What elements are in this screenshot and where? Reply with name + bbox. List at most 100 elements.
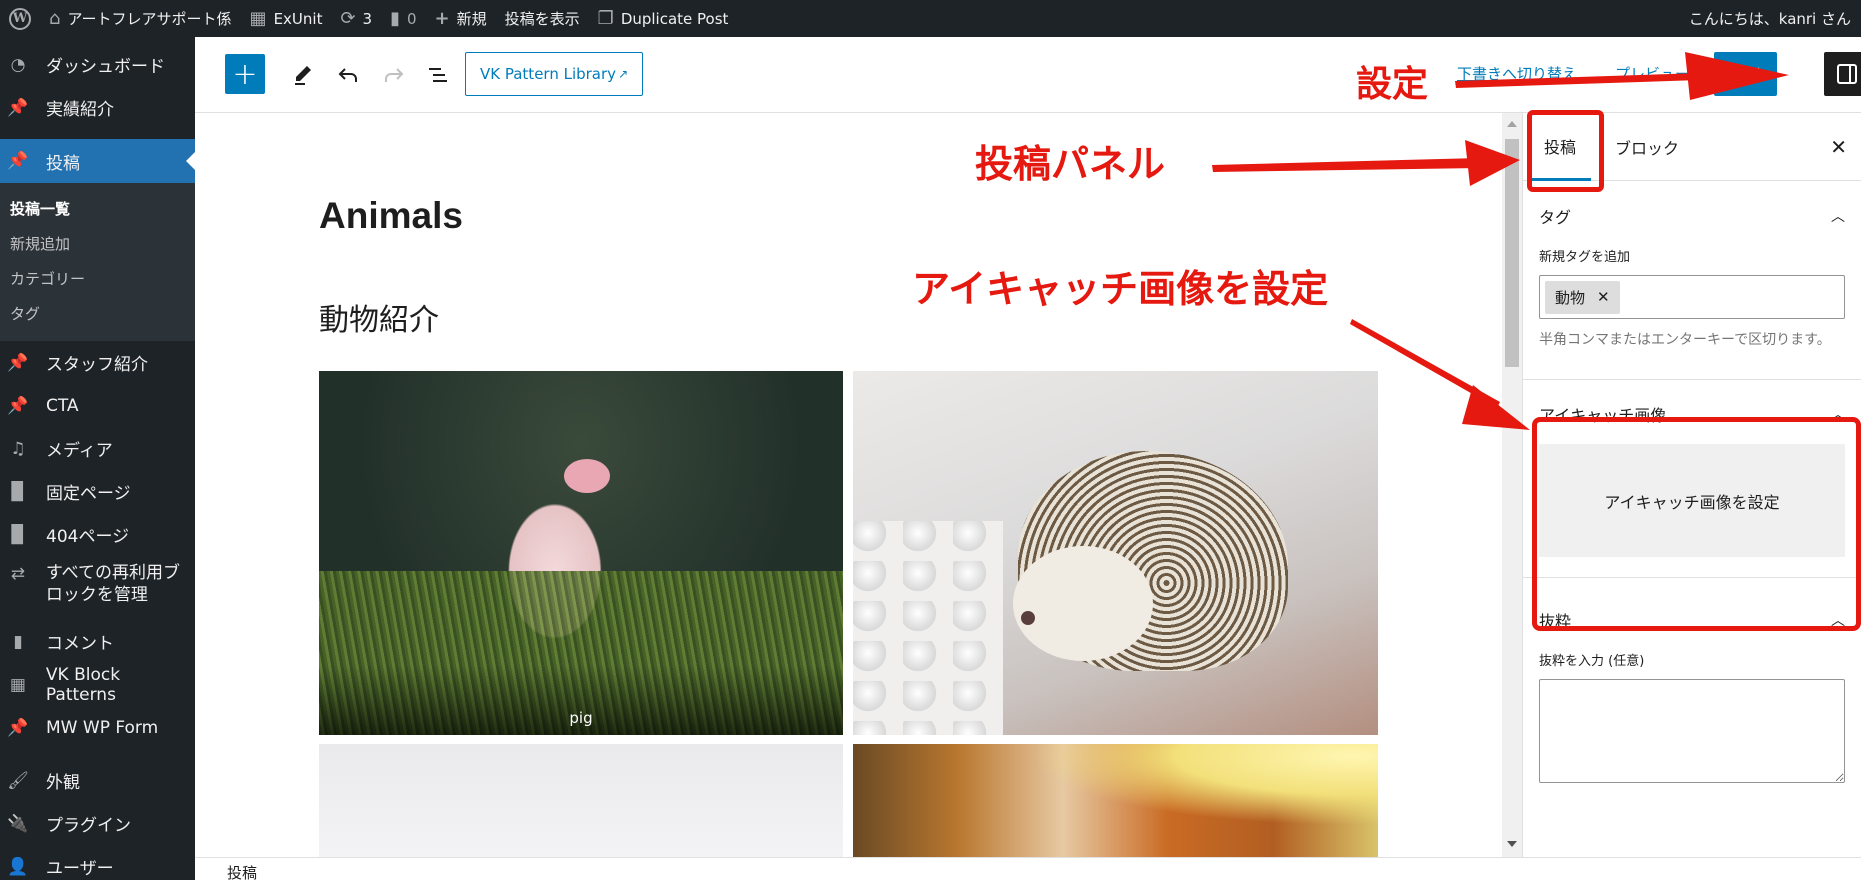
vk-pattern-library-button[interactable]: VK Pattern Library ↗ [465,52,644,96]
tab-block[interactable]: ブロック [1615,113,1679,181]
admin-bar: W ⌂ アートフレアサポート係 ▦ ExUnit ⟳ 3 ▮ 0 + 新規 投稿… [0,0,1861,37]
gallery-image-pig[interactable]: pig [319,371,843,735]
wordpress-logo-icon: W [9,7,31,30]
sidebar-item-users[interactable]: 👤 ユーザー [0,845,195,888]
sidebar-item-dashboard[interactable]: ◔ ダッシュボード [0,43,195,86]
new-content-link[interactable]: + 新規 [426,0,496,37]
submenu-tags[interactable]: タグ [0,296,195,331]
redo-button[interactable] [375,57,411,93]
tag-help-text: 半角コンマまたはエンターキーで区切ります。 [1539,332,1831,348]
external-link-icon: ↗ [618,67,629,81]
exunit-robot-icon: ▦ [249,8,267,29]
list-view-icon [429,68,447,82]
annotation-highlight-featured-image [1532,417,1861,631]
wp-logo-menu[interactable]: W [0,0,40,37]
annotation-featured-image: アイキャッチ画像を設定 [912,267,1329,311]
gallery-image-white[interactable] [319,744,843,857]
excerpt-label: 抜粋を入力 (任意) [1539,654,1645,669]
scrollbar-thumb[interactable] [1505,139,1519,367]
excerpt-textarea[interactable] [1539,679,1845,783]
home-icon: ⌂ [49,8,61,29]
sidebar-item-reusable-blocks[interactable]: ⇄ すべての再利用ブロックを管理 [0,556,195,620]
comment-bubble-icon: ▮ [390,8,400,29]
sidebar-item-appearance[interactable]: 🖌 外観 [0,759,195,802]
tag-chip: 動物 ✕ [1545,280,1620,314]
comments-link[interactable]: ▮ 0 [381,0,425,37]
editor-header: + VK Pattern Library ↗ 下書きへ切り替え プレビュー 更新… [195,37,1861,113]
settings-toggle-button[interactable] [1824,52,1861,96]
admin-sidebar: ◔ ダッシュボード 📌 実績紹介 📌 投稿 投稿一覧 新規追加 カテゴリー タグ… [0,37,195,880]
update-button[interactable]: 更新 [1714,52,1777,96]
sidebar-item-pages[interactable]: ▉ 固定ページ [0,470,195,513]
pin-icon: 📌 [7,395,29,416]
sidebar-item-404[interactable]: ▉ 404ページ [0,513,195,556]
block-inserter-button[interactable]: + [225,54,265,94]
sidebar-item-cta[interactable]: 📌 CTA [0,384,195,427]
updates-link[interactable]: ⟳ 3 [331,0,381,37]
pin-icon: 📌 [7,717,29,738]
sidebar-item-posts[interactable]: 📌 投稿 [0,139,195,183]
remove-tag-icon[interactable]: ✕ [1597,288,1610,306]
reusable-block-icon: ⇄ [10,564,26,584]
add-tag-label: 新規タグを追加 [1539,250,1631,265]
media-icon: ♫ [10,438,26,459]
chevron-up-icon: ︿ [1831,209,1845,225]
duplicate-post-link[interactable]: ❐ Duplicate Post [589,0,738,37]
user-icon: 👤 [7,856,29,877]
refresh-icon: ⟳ [340,8,356,29]
submenu-add-new[interactable]: 新規追加 [0,226,195,261]
exunit-link[interactable]: ▦ ExUnit [241,0,332,37]
preview-link[interactable]: プレビュー [1615,63,1690,84]
editor-canvas: Animals 動物紹介 pig [195,113,1502,857]
pin-icon: 📌 [7,97,29,118]
page-icon: ▉ [11,481,25,502]
tag-input[interactable]: 動物 ✕ [1539,275,1845,319]
switch-to-draft-link[interactable]: 下書きへ切り替え [1457,63,1577,84]
plugin-icon: 🔌 [7,813,29,834]
scroll-down-arrow-icon[interactable] [1507,841,1517,847]
account-menu[interactable]: こんにちは、kanri さん [1680,0,1861,37]
image-caption[interactable]: pig [319,709,843,727]
scroll-up-arrow-icon[interactable] [1507,121,1517,127]
brush-icon: 🖌 [7,770,29,791]
undo-icon [338,68,357,82]
plus-icon: + [434,8,450,29]
submenu-categories[interactable]: カテゴリー [0,261,195,296]
site-name-link[interactable]: ⌂ アートフレアサポート係 [40,0,241,37]
gallery-image-hedgehog[interactable] [853,371,1378,735]
pin-icon: 📌 [7,352,29,373]
sidebar-panel-icon [1836,64,1857,84]
canvas-scrollbar[interactable] [1502,113,1522,857]
sidebar-item-mw-wp-form[interactable]: 📌 MW WP Form [0,706,195,749]
page-icon: ▉ [11,524,25,545]
posts-submenu: 投稿一覧 新規追加 カテゴリー タグ [0,183,195,341]
grid-icon: ▦ [9,674,26,695]
sidebar-item-media[interactable]: ♫ メディア [0,427,195,470]
submenu-all-posts[interactable]: 投稿一覧 [0,191,195,226]
annotation-post-panel: 投稿パネル [975,142,1166,186]
sidebar-item-vk-block-patterns[interactable]: ▦ VK Block Patterns [0,663,195,706]
annotation-highlight-post-tab [1527,110,1604,192]
post-title[interactable]: Animals [319,195,463,237]
tags-section: タグ ︿ 新規タグを追加 動物 ✕ 半角コンマまたはエンターキーで区切ります。 [1523,186,1861,380]
pig-snout [564,459,610,493]
close-icon[interactable]: ✕ [1830,135,1847,159]
post-subheading[interactable]: 動物紹介 [319,295,439,339]
undo-button[interactable] [331,57,367,93]
pin-icon: 📌 [7,151,29,171]
tools-button[interactable] [285,57,321,93]
sidebar-item-staff[interactable]: 📌 スタッフ紹介 [0,341,195,384]
block-breadcrumb-bar: 投稿 [195,857,1861,882]
view-post-link[interactable]: 投稿を表示 [496,0,589,37]
sidebar-item-plugins[interactable]: 🔌 プラグイン [0,802,195,845]
sidebar-item-works[interactable]: 📌 実績紹介 [0,86,195,129]
comment-icon: ▮ [13,631,23,652]
list-view-button[interactable] [420,57,456,93]
sidebar-item-comments[interactable]: ▮ コメント [0,620,195,663]
pencil-icon [295,66,311,85]
redo-icon [385,68,404,82]
tags-section-toggle[interactable]: タグ ︿ [1539,186,1845,246]
gallery-image-fox[interactable] [853,744,1378,857]
annotation-settings: 設定 [1356,64,1429,105]
duplicate-icon: ❐ [597,8,614,29]
